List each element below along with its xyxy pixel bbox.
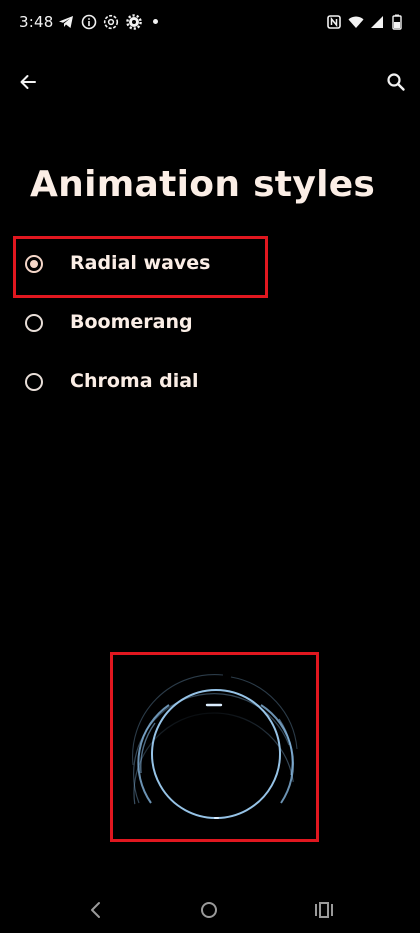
- nav-recents-button[interactable]: [313, 900, 335, 920]
- page-title: Animation styles: [30, 164, 376, 205]
- option-label: Chroma dial: [70, 370, 199, 392]
- gear-icon: [126, 14, 142, 30]
- nav-back-icon: [91, 902, 100, 918]
- telegram-icon: [58, 14, 74, 30]
- highlight-box-preview: [110, 652, 319, 842]
- highlight-box-selected-option: [13, 236, 268, 298]
- wifi-icon: [348, 14, 364, 30]
- nav-home-button[interactable]: [201, 902, 217, 918]
- search-icon: [387, 73, 405, 91]
- settings-outline-icon: [103, 14, 119, 30]
- signal-icon: [369, 14, 385, 30]
- nav-recents-icon: [315, 902, 333, 918]
- battery-icon: [389, 14, 405, 30]
- radio-unselected[interactable]: [25, 373, 43, 391]
- notification-dot: [153, 19, 158, 24]
- arrow-left-icon: [20, 75, 36, 89]
- status-time: 3:48: [19, 13, 54, 31]
- radio-unselected[interactable]: [25, 314, 43, 332]
- nav-back-button[interactable]: [86, 900, 106, 920]
- option-chroma-dial[interactable]: Chroma dial: [14, 354, 406, 410]
- option-boomerang[interactable]: Boomerang: [14, 295, 406, 351]
- back-button[interactable]: [14, 68, 42, 96]
- option-label: Boomerang: [70, 311, 193, 333]
- search-button[interactable]: [382, 68, 410, 96]
- nfc-icon: [326, 14, 342, 30]
- info-icon: [81, 14, 97, 30]
- status-bar: 3:48: [0, 0, 420, 44]
